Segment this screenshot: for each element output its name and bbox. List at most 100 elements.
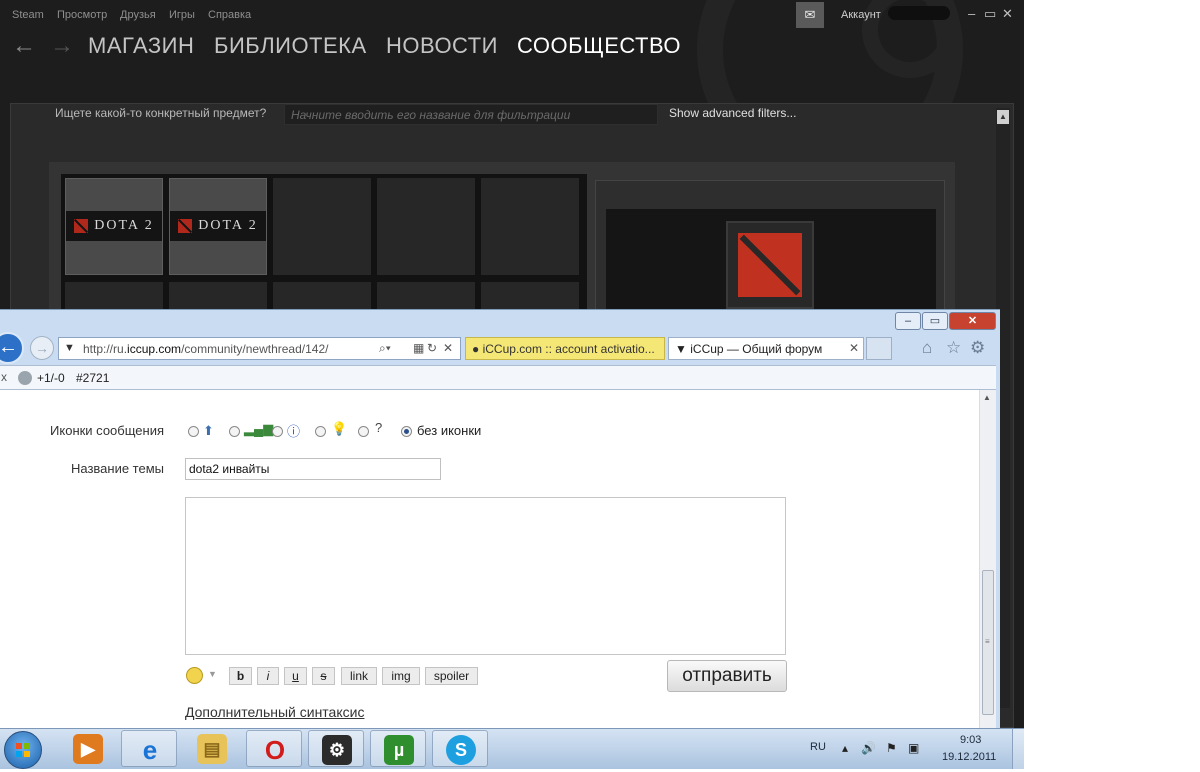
tab-account-activation[interactable]: ● iCCup.com :: account activatio... [465,337,665,360]
chevron-down-icon[interactable]: ▼ [208,669,217,679]
search-icon[interactable]: ⌕▾ [379,341,391,356]
grip-icon: ≡ [985,637,990,646]
back-arrow-icon[interactable]: ← [12,34,36,58]
inventory-item[interactable]: DOTA 2 [169,178,267,275]
user-number: #2721 [76,371,110,385]
steam-close-button[interactable]: ✕ [1002,6,1013,22]
tab-title: iCCup.com :: account activatio... [482,342,655,356]
arrow-up-icon: ⬆ [203,423,214,438]
tab-general-forum[interactable]: ▼ iCCup — Общий форум ✕ [668,337,864,360]
notifications-envelope-icon[interactable]: ✉ [796,2,824,28]
img-button[interactable]: img [382,667,420,685]
taskbar-opera[interactable]: O [246,730,302,767]
tab-title: iCCup — Общий форум [690,342,823,356]
compat-view-icon[interactable]: ▦ [413,341,424,355]
ie-forward-button[interactable]: → [30,336,54,360]
stop-icon[interactable]: ✕ [443,341,453,355]
dota2-icon [74,219,89,233]
advanced-filters-link[interactable]: Show advanced filters... [669,106,796,120]
steam-minimize-button[interactable]: – [968,6,975,21]
ie-back-button[interactable]: ← [0,332,24,364]
dota2-logo: DOTA 2 [170,211,266,241]
smiley-icon[interactable] [186,667,203,684]
question-icon: ? [375,420,383,435]
scroll-up-icon[interactable]: ▲ [997,110,1009,124]
settings-gear-icon[interactable]: ⚙ [970,338,985,358]
taskbar-steam[interactable]: ⚙ [308,730,364,767]
forum-new-thread-page: Иконки сообщения ⬆ ▂▄▆ ⓘ 💡 ? без иконки … [0,390,979,729]
scroll-thumb[interactable]: ≡ [982,570,994,715]
icon-radio-chart[interactable] [229,426,240,437]
site-favicon-icon: ▼ [675,342,687,356]
inventory-item[interactable]: DOTA 2 [65,178,163,275]
new-tab-button[interactable] [866,337,892,360]
italic-button[interactable]: i [257,667,279,685]
home-icon[interactable]: ⌂ [922,338,932,358]
message-textarea[interactable] [185,497,786,655]
icon-radio-arrow[interactable] [188,426,199,437]
clock-time[interactable]: 9:03 [960,734,981,746]
link-button[interactable]: link [341,667,377,685]
bold-button[interactable]: b [229,667,252,685]
no-icon-label: без иконки [417,423,482,438]
skype-icon: S [446,735,476,765]
ie-close-button[interactable]: ✕ [949,312,996,330]
icon-radio-info[interactable] [272,426,283,437]
ie-window: – ▭ ✕ ← → ▼ http://ru.iccup.com/communit… [0,309,1000,729]
extra-syntax-link[interactable]: Дополнительный синтаксис [185,704,364,720]
close-icon[interactable]: x [1,370,7,384]
submit-button[interactable]: отправить [667,660,787,692]
menu-help[interactable]: Справка [208,9,251,21]
volume-icon[interactable]: 🔊 [861,741,876,755]
tab-close-icon[interactable]: ✕ [849,341,859,355]
flag-icon[interactable]: ⚑ [886,741,897,755]
taskbar-media-player[interactable]: ▶ [60,730,116,767]
taskbar-utorrent[interactable]: µ [370,730,426,767]
item-filter-input[interactable]: Начните вводить его название для фильтра… [284,104,658,125]
ie-maximize-button[interactable]: ▭ [922,312,948,330]
favorites-star-icon[interactable]: ☆ [946,338,961,358]
account-menu[interactable]: Аккаунт [841,9,881,21]
tab-library[interactable]: БИБЛИОТЕКА [214,33,367,59]
taskbar-skype[interactable]: S [432,730,488,767]
address-bar[interactable]: ▼ http://ru.iccup.com/community/newthrea… [58,337,461,360]
windows-logo-icon [16,743,30,757]
menu-steam[interactable]: Steam [12,9,44,21]
tab-store[interactable]: МАГАЗИН [88,33,194,59]
start-button[interactable] [4,731,42,769]
menu-games[interactable]: Игры [169,9,195,21]
ie-minimize-button[interactable]: – [895,312,921,330]
menu-view[interactable]: Просмотр [57,9,107,21]
menu-friends[interactable]: Друзья [120,9,156,21]
tab-community[interactable]: СООБЩЕСТВО [517,33,681,59]
account-name-redacted [888,6,950,20]
site-favicon-icon: ● [472,342,480,356]
strike-button[interactable]: s [312,667,335,685]
taskbar-internet-explorer[interactable]: e [121,730,177,767]
network-icon[interactable]: ▣ [908,741,919,755]
icon-radio-none[interactable] [401,426,412,437]
show-hidden-icons-icon[interactable]: ▴ [842,741,848,755]
forward-arrow-icon[interactable]: → [50,34,74,58]
scroll-up-icon[interactable]: ▲ [983,393,991,402]
site-favicon-icon: ▼ [64,342,75,354]
subject-input[interactable]: dota2 инвайты [185,458,441,480]
address-url[interactable]: http://ru.iccup.com/community/newthread/… [83,342,328,356]
icon-radio-question[interactable] [358,426,369,437]
tab-news[interactable]: НОВОСТИ [386,33,498,59]
clock-date[interactable]: 19.12.2011 [942,751,996,763]
spoiler-button[interactable]: spoiler [425,667,478,685]
ie-scrollbar[interactable]: ▲ ≡ [979,390,996,729]
dota2-icon [738,233,802,297]
icon-radio-lightbulb[interactable] [315,426,326,437]
internet-explorer-icon: e [142,735,158,765]
steam-icon: ⚙ [322,735,352,765]
dota2-emblem [726,221,814,309]
show-desktop-button[interactable] [1012,729,1025,769]
taskbar: ▶ e ▤ O ⚙ µ S RU ▴ 🔊 ⚑ ▣ 9:03 19.12.2011 [0,728,1025,769]
language-indicator[interactable]: RU [810,741,826,753]
steam-maximize-button[interactable]: ▭ [984,6,996,22]
taskbar-file-explorer[interactable]: ▤ [184,730,240,767]
refresh-icon[interactable]: ↻ [427,341,437,355]
underline-button[interactable]: u [284,667,307,685]
